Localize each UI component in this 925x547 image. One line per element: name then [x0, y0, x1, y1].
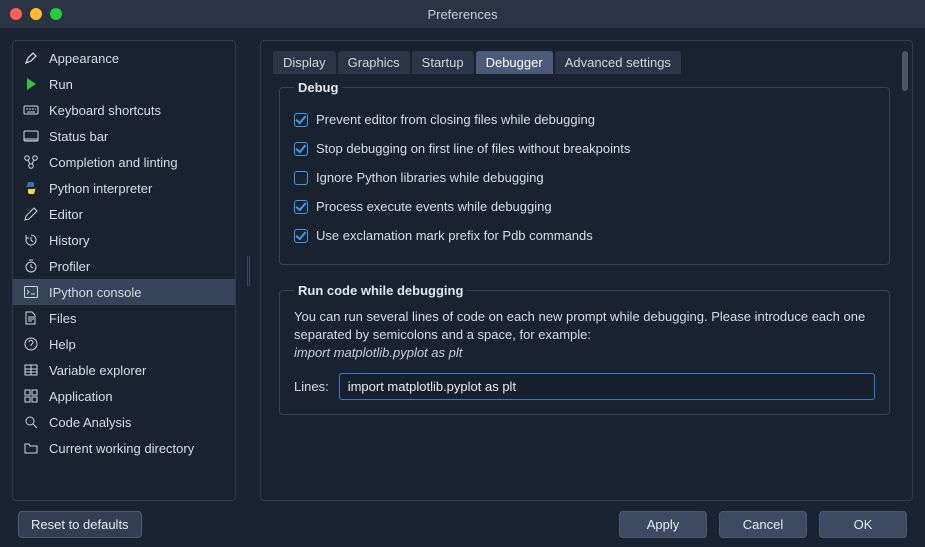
scrollbar-thumb[interactable] — [902, 51, 908, 91]
sidebar-item-label: IPython console — [49, 285, 142, 300]
apply-button[interactable]: Apply — [619, 511, 707, 538]
dialog-footer: Reset to defaults Apply Cancel OK — [0, 501, 925, 547]
sidebar-item-label: Application — [49, 389, 113, 404]
console-icon — [23, 284, 39, 300]
sidebar-item-run[interactable]: Run — [13, 71, 235, 97]
ok-button[interactable]: OK — [819, 511, 907, 538]
close-window-button[interactable] — [10, 8, 22, 20]
sidebar-item-code-analysis[interactable]: Code Analysis — [13, 409, 235, 435]
sidebar-item-label: Editor — [49, 207, 83, 222]
lines-input[interactable] — [339, 373, 875, 400]
sidebar-item-files[interactable]: Files — [13, 305, 235, 331]
files-icon — [23, 310, 39, 326]
preferences-sidebar: Appearance Run Keyboard shortcuts Status ba… — [12, 40, 236, 501]
grid-icon — [23, 388, 39, 404]
window-title: Preferences — [0, 7, 925, 22]
runcode-group-legend: Run code while debugging — [294, 283, 467, 298]
sidebar-item-label: Completion and linting — [49, 155, 178, 170]
splitter-handle — [247, 256, 250, 286]
runcode-description: You can run several lines of code on eac… — [294, 308, 875, 344]
preferences-main-panel: DisplayGraphicsStartupDebuggerAdvanced s… — [260, 40, 913, 501]
folder-icon — [23, 440, 39, 456]
sidebar-item-editor[interactable]: Editor — [13, 201, 235, 227]
sidebar-item-label: History — [49, 233, 89, 248]
timer-icon — [23, 258, 39, 274]
sidebar-item-status-bar[interactable]: Status bar — [13, 123, 235, 149]
checkbox-ignore-pylib[interactable] — [294, 171, 308, 185]
sidebar-item-label: Current working directory — [49, 441, 194, 456]
debug-option-ignore-pylib: Ignore Python libraries while debugging — [294, 163, 875, 192]
checkbox-stop-first-line[interactable] — [294, 142, 308, 156]
sidebar-item-label: Variable explorer — [49, 363, 146, 378]
runcode-group: Run code while debugging You can run sev… — [279, 283, 890, 415]
tab-content: Debug Prevent editor from closing files … — [261, 74, 912, 497]
sidebar-item-label: Status bar — [49, 129, 108, 144]
play-icon — [23, 76, 39, 92]
sidebar-item-keyboard-shortcuts[interactable]: Keyboard shortcuts — [13, 97, 235, 123]
sidebar-item-label: Files — [49, 311, 76, 326]
sidebar-item-help[interactable]: Help — [13, 331, 235, 357]
runcode-example: import matplotlib.pyplot as plt — [294, 344, 875, 362]
zoom-window-button[interactable] — [50, 8, 62, 20]
reset-defaults-button[interactable]: Reset to defaults — [18, 511, 142, 538]
pane-splitter[interactable] — [246, 40, 250, 501]
debug-group: Debug Prevent editor from closing files … — [279, 80, 890, 265]
checkbox-label: Stop debugging on first line of files wi… — [316, 141, 630, 156]
checkbox-label: Use exclamation mark prefix for Pdb comm… — [316, 228, 593, 243]
table-icon — [23, 362, 39, 378]
sidebar-item-label: Help — [49, 337, 76, 352]
checkbox-label: Process execute events while debugging — [316, 199, 552, 214]
checkbox-label: Ignore Python libraries while debugging — [316, 170, 544, 185]
sidebar-item-label: Run — [49, 77, 73, 92]
debug-option-process-events: Process execute events while debugging — [294, 192, 875, 221]
keyboard-icon — [23, 102, 39, 118]
sidebar-item-history[interactable]: History — [13, 227, 235, 253]
sidebar-item-profiler[interactable]: Profiler — [13, 253, 235, 279]
tab-graphics[interactable]: Graphics — [338, 51, 410, 74]
statusbar-icon — [23, 128, 39, 144]
titlebar: Preferences — [0, 0, 925, 28]
cancel-button[interactable]: Cancel — [719, 511, 807, 538]
minimize-window-button[interactable] — [30, 8, 42, 20]
sidebar-item-ipython-console[interactable]: IPython console — [13, 279, 235, 305]
sidebar-item-label: Keyboard shortcuts — [49, 103, 161, 118]
checkbox-process-events[interactable] — [294, 200, 308, 214]
checkbox-prevent-close[interactable] — [294, 113, 308, 127]
sidebar-item-label: Profiler — [49, 259, 90, 274]
lines-label: Lines: — [294, 379, 329, 394]
tab-startup[interactable]: Startup — [412, 51, 474, 74]
tab-bar: DisplayGraphicsStartupDebuggerAdvanced s… — [261, 41, 912, 74]
completion-icon — [23, 154, 39, 170]
sidebar-item-label: Appearance — [49, 51, 119, 66]
sidebar-item-completion-linting[interactable]: Completion and linting — [13, 149, 235, 175]
window-controls — [0, 8, 62, 20]
sidebar-item-variable-explorer[interactable]: Variable explorer — [13, 357, 235, 383]
tab-debugger[interactable]: Debugger — [476, 51, 553, 74]
debug-option-stop-first-line: Stop debugging on first line of files wi… — [294, 134, 875, 163]
python-icon — [23, 180, 39, 196]
history-icon — [23, 232, 39, 248]
tab-advanced[interactable]: Advanced settings — [555, 51, 681, 74]
sidebar-item-application[interactable]: Application — [13, 383, 235, 409]
debug-option-prevent-close: Prevent editor from closing files while … — [294, 105, 875, 134]
sidebar-item-appearance[interactable]: Appearance — [13, 45, 235, 71]
sidebar-item-label: Python interpreter — [49, 181, 152, 196]
debug-option-pdb-prefix: Use exclamation mark prefix for Pdb comm… — [294, 221, 875, 250]
checkbox-pdb-prefix[interactable] — [294, 229, 308, 243]
tab-display[interactable]: Display — [273, 51, 336, 74]
sidebar-item-python-interpreter[interactable]: Python interpreter — [13, 175, 235, 201]
debug-group-legend: Debug — [294, 80, 342, 95]
pencil-icon — [23, 206, 39, 222]
checkbox-label: Prevent editor from closing files while … — [316, 112, 595, 127]
brush-icon — [23, 50, 39, 66]
sidebar-item-cwd[interactable]: Current working directory — [13, 435, 235, 461]
sidebar-item-label: Code Analysis — [49, 415, 131, 430]
help-icon — [23, 336, 39, 352]
magnify-icon — [23, 414, 39, 430]
